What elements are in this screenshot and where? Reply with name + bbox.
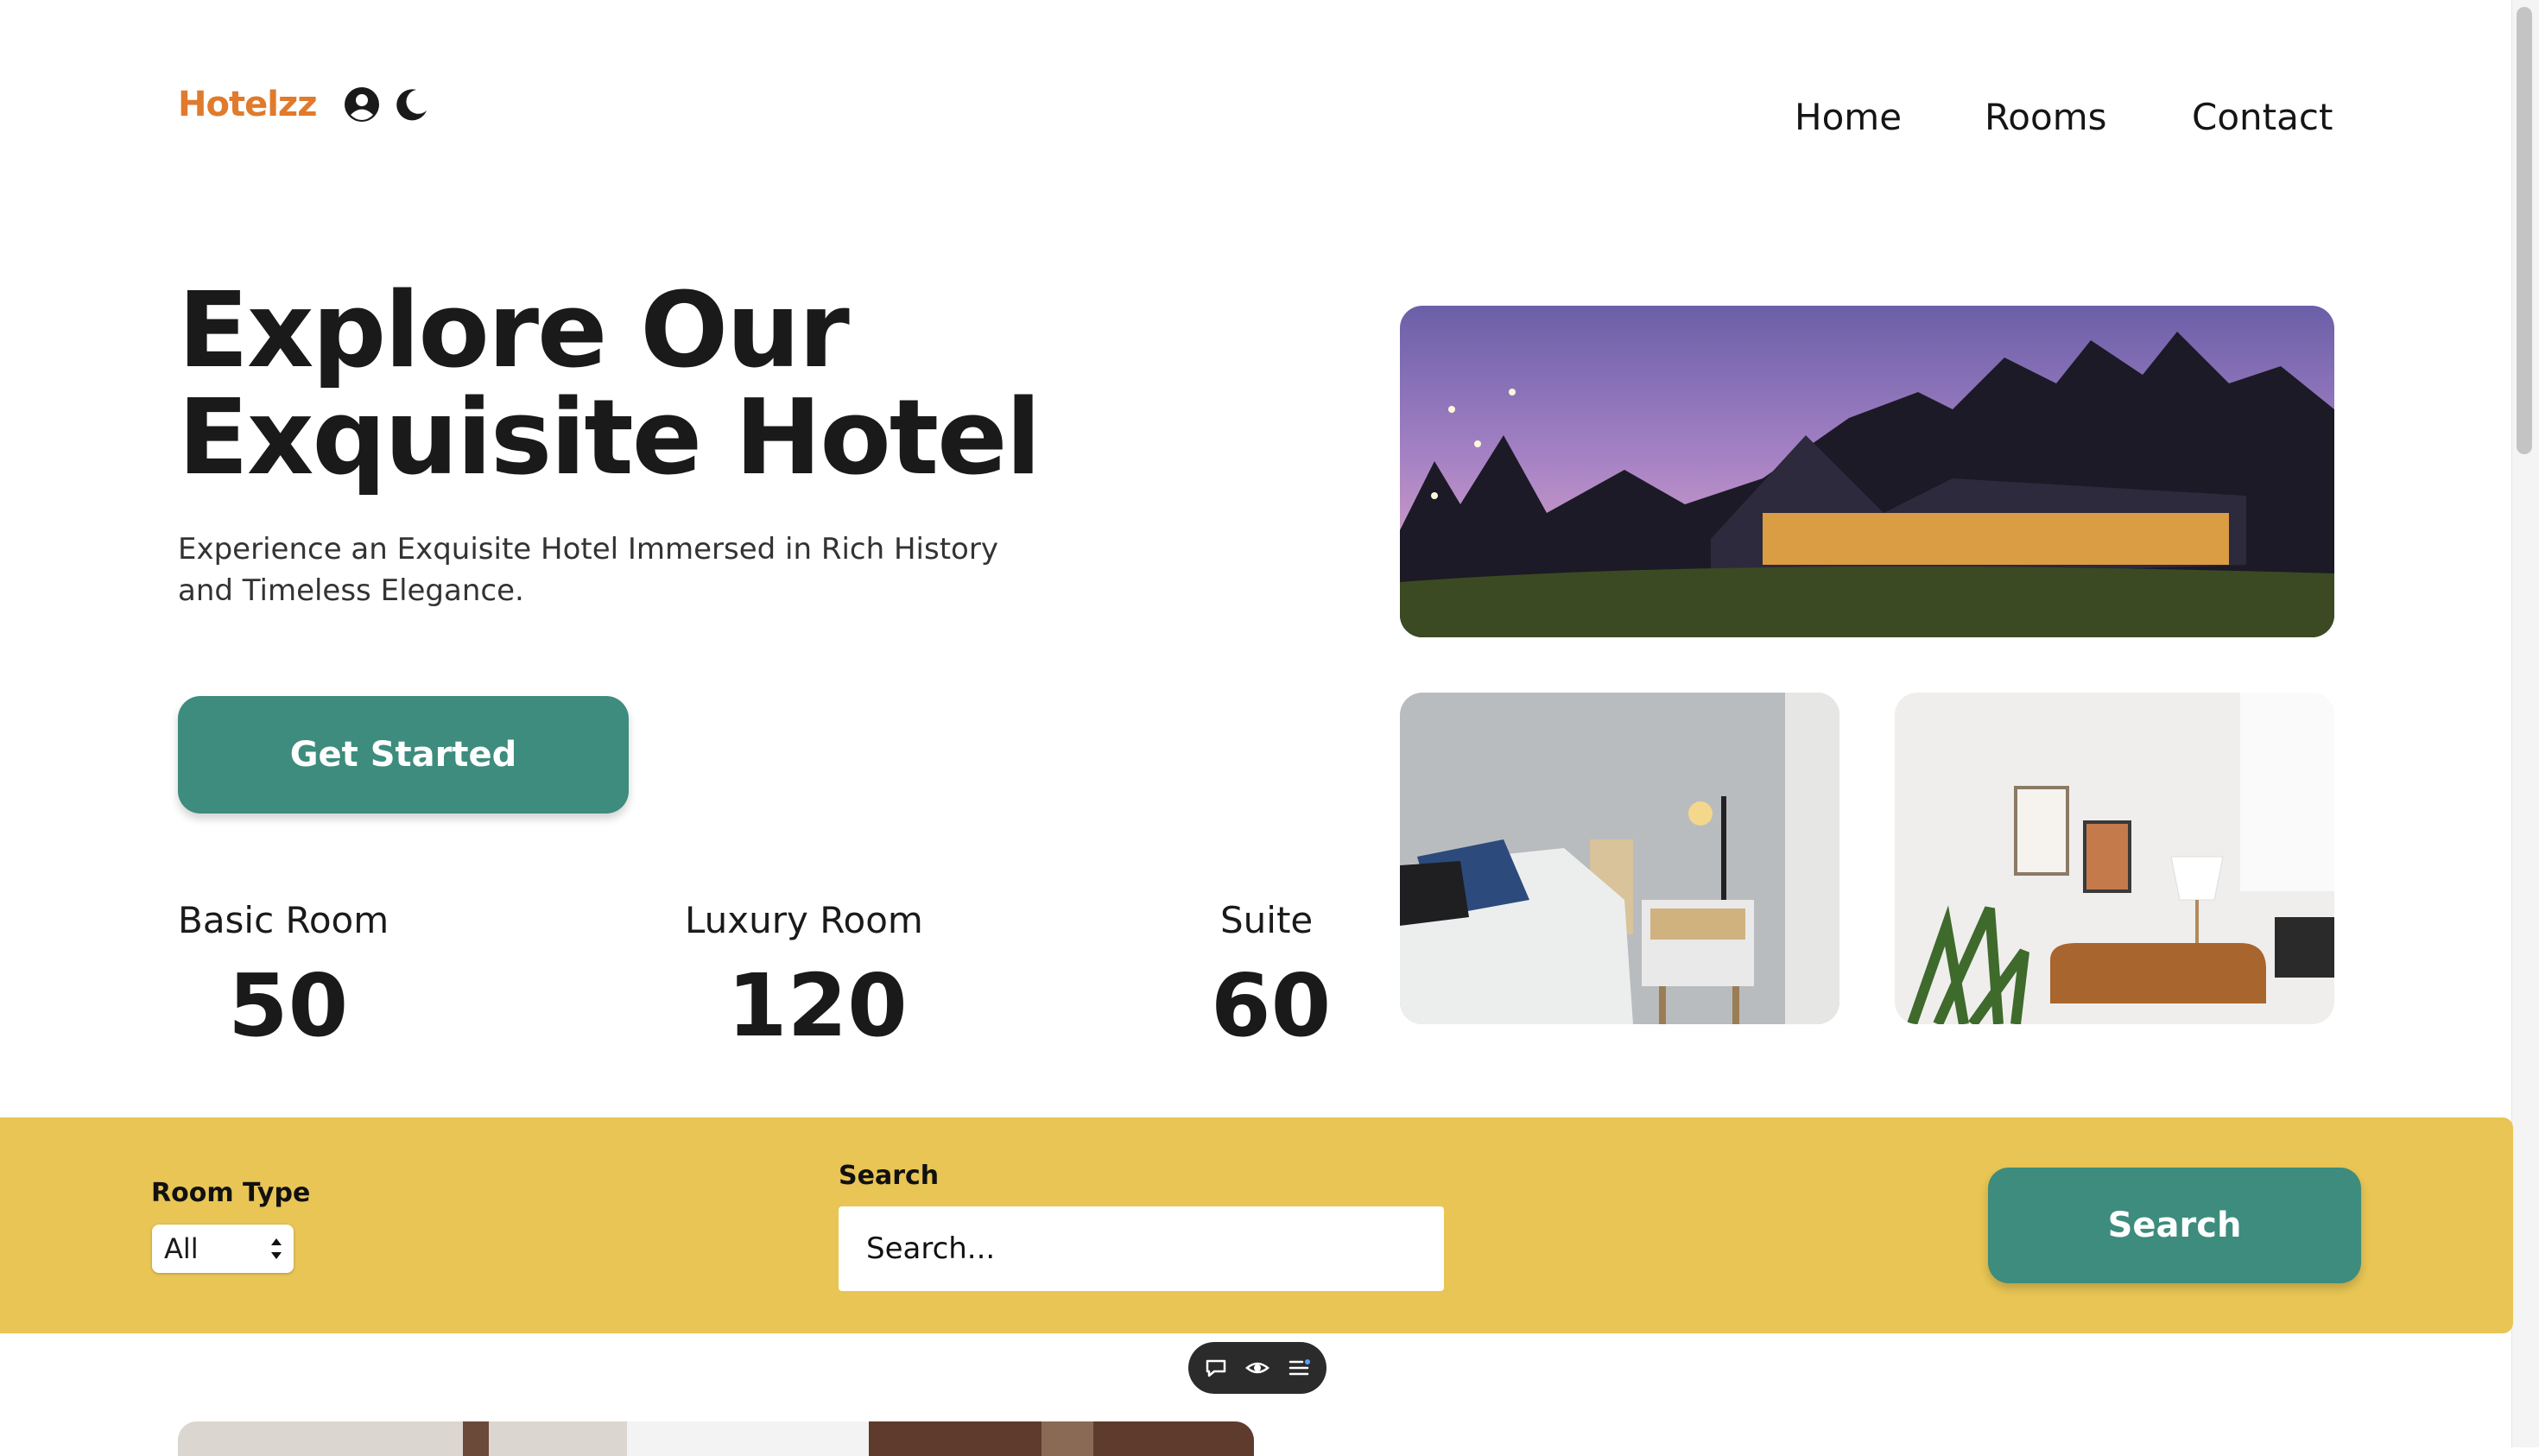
stat-value-suite: 60 xyxy=(1211,955,1332,1056)
stat-value-basic: 50 xyxy=(228,955,349,1056)
nav-contact[interactable]: Contact xyxy=(2192,95,2333,140)
stat-value-luxury: 120 xyxy=(727,955,908,1056)
get-started-button[interactable]: Get Started xyxy=(178,696,629,813)
room-type-select[interactable]: All xyxy=(152,1225,294,1273)
room-card-preview xyxy=(178,1421,1254,1456)
search-label: Search xyxy=(839,1161,940,1191)
nav-rooms[interactable]: Rooms xyxy=(1985,95,2106,140)
select-arrows-icon xyxy=(269,1225,283,1288)
hero-title: Explore Our Exquisite Hotel xyxy=(178,271,1042,498)
user-circle-icon[interactable] xyxy=(344,86,380,123)
search-button[interactable]: Search xyxy=(1988,1168,2361,1283)
bedroom-photo xyxy=(1400,693,1839,1024)
floating-toolbar xyxy=(1188,1342,1326,1394)
room-type-label: Room Type xyxy=(151,1178,311,1208)
eye-icon[interactable] xyxy=(1244,1354,1271,1382)
nav-home[interactable]: Home xyxy=(1795,95,1902,140)
stat-label-basic: Basic Room xyxy=(178,899,389,941)
search-input[interactable] xyxy=(839,1206,1444,1291)
moon-icon[interactable] xyxy=(394,86,430,123)
site-logo[interactable]: Hotelzz xyxy=(178,83,317,126)
list-icon[interactable] xyxy=(1285,1354,1313,1382)
hero-subtitle: Experience an Exquisite Hotel Immersed i… xyxy=(178,532,998,608)
living-room-photo xyxy=(1895,693,2334,1024)
comment-icon[interactable] xyxy=(1202,1354,1230,1382)
stat-label-suite: Suite xyxy=(1220,899,1314,941)
hotel-exterior-photo xyxy=(1400,306,2334,637)
room-type-selected-value: All xyxy=(164,1232,199,1265)
scrollbar-thumb[interactable] xyxy=(2517,7,2532,454)
stat-label-luxury: Luxury Room xyxy=(685,899,923,941)
